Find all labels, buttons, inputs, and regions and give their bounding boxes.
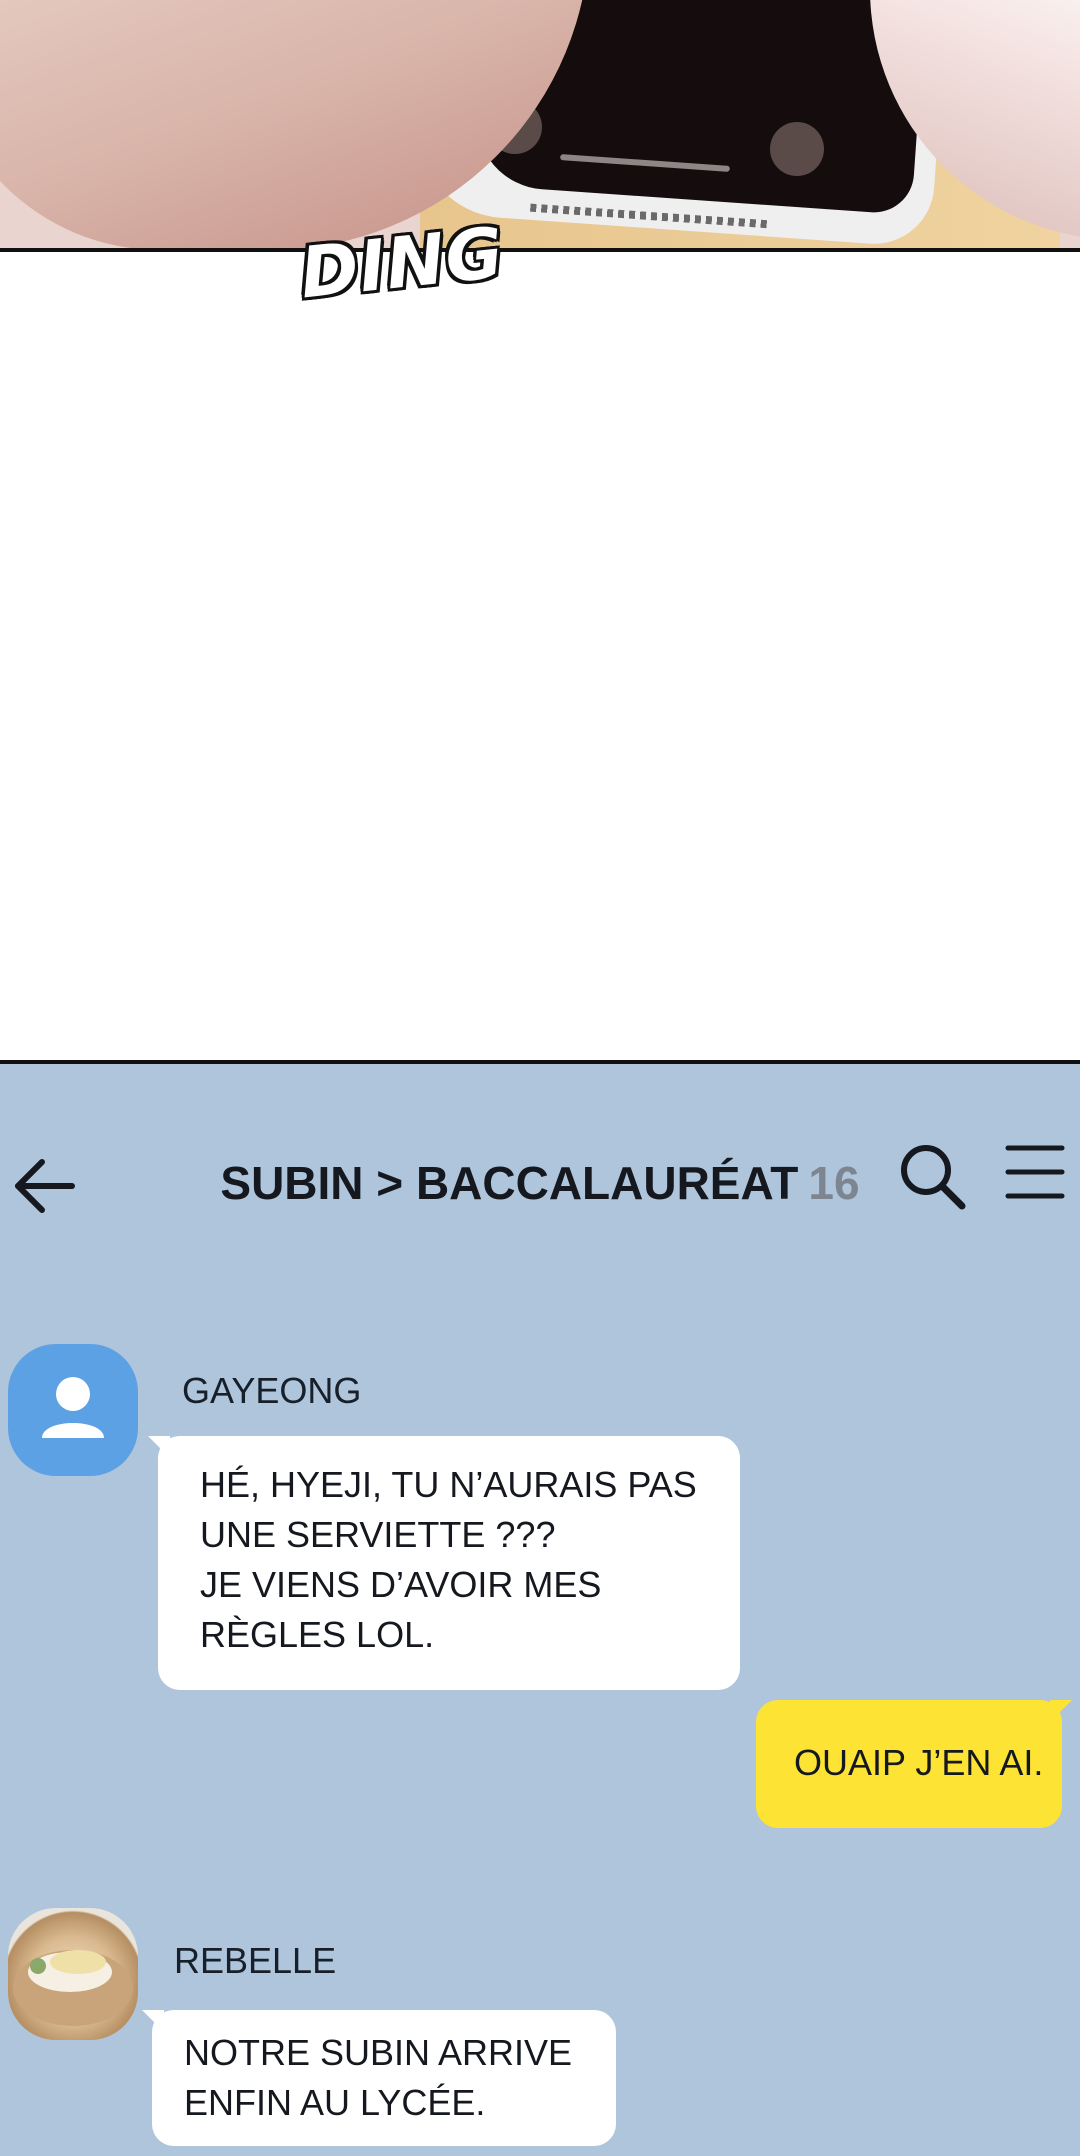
sender-name: REBELLE [174,1940,337,1981]
message-line: JE VIENS D’AVOIR MES [200,1564,602,1605]
member-count: 16 [808,1157,860,1209]
message-bubble[interactable]: NOTRE SUBIN ARRIVE ENFIN AU LYCÉE. [142,2010,616,2146]
sender-name: GAYEONG [182,1370,362,1411]
my-message-bubble[interactable]: OUAIP J’EN AI. [756,1700,1072,1828]
message-line: UNE SERVIETTE ??? [200,1514,556,1555]
panel-border [0,248,1080,252]
message-bubble[interactable]: HÉ, HYEJI, TU N’AURAIS PAS UNE SERVIETTE… [148,1436,740,1690]
food-photo-avatar[interactable] [8,1908,138,2040]
hamburger-menu-icon[interactable] [1004,1142,1066,1202]
chat-room-name: SUBIN > BACCALAURÉAT [220,1157,799,1209]
search-icon[interactable] [896,1140,968,1212]
message-line: ENFIN AU LYCÉE. [184,2082,486,2123]
camera-icon [770,122,824,176]
message-line: OUAIP J’EN AI. [794,1742,1044,1783]
comic-panel-phone [0,0,1080,250]
message-line: HÉ, HYEJI, TU N’AURAIS PAS [200,1464,697,1505]
person-icon [42,1377,104,1438]
message-line: NOTRE SUBIN ARRIVE [184,2032,573,2073]
food-photo-image [13,1950,133,2026]
default-user-avatar[interactable] [8,1344,138,1476]
chat-screen: SUBIN > BACCALAURÉAT 16 GAYEONG HÉ, HYEJI… [0,1060,1080,2156]
message-line: RÈGLES LOL. [200,1614,435,1655]
